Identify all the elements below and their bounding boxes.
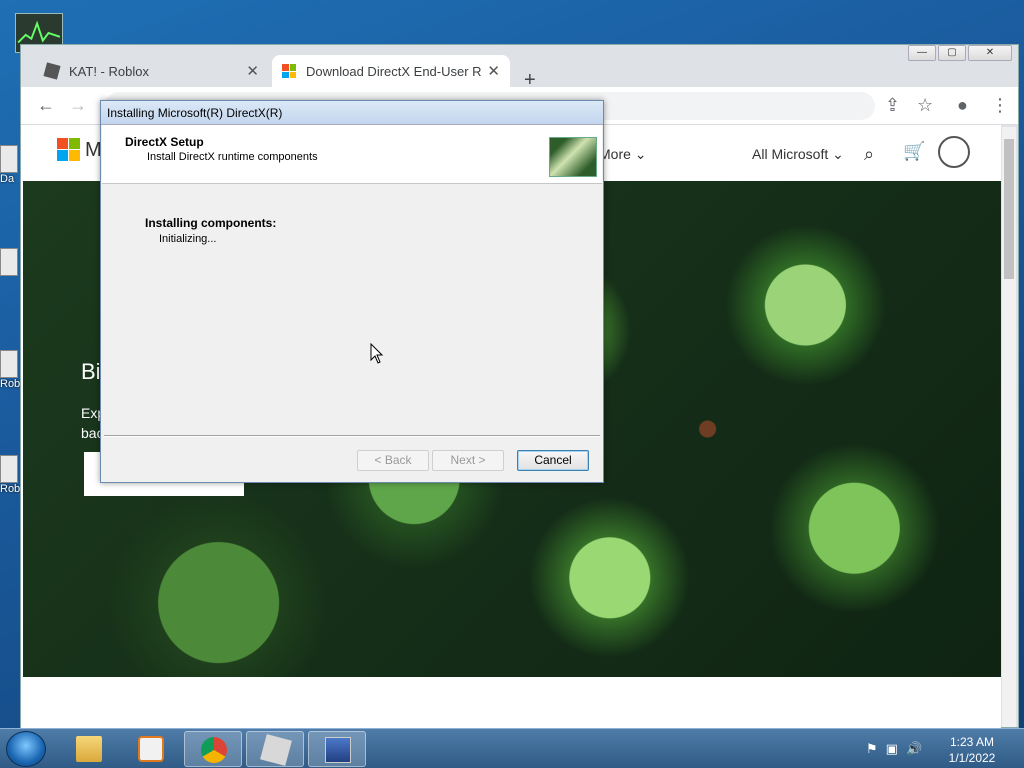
status-text: Initializing... (159, 233, 217, 245)
scrollbar-thumb[interactable] (1004, 139, 1014, 279)
cart-icon[interactable]: 🛒 (903, 141, 925, 162)
roblox-icon (0, 350, 18, 378)
directx-logo-icon (549, 137, 597, 177)
page-scrollbar[interactable] (1002, 127, 1016, 727)
desktop-icon-label: Rob (0, 378, 21, 390)
taskbar: ⚑ ▣ 🔊 1:23 AM 1/1/2022 (0, 728, 1024, 768)
forward-arrow-icon[interactable]: → (69, 95, 87, 116)
desktop-icon-2[interactable] (0, 248, 22, 276)
roblox-favicon-icon (43, 62, 61, 80)
dialog-subheading: Install DirectX runtime components (147, 151, 318, 163)
roblox-icon (260, 734, 292, 766)
more-menu[interactable]: More ⌄ (599, 146, 647, 163)
bookmark-star-icon[interactable]: ☆ (917, 95, 933, 116)
chrome-icon (201, 737, 227, 763)
desktop-icon-label: Rob (0, 483, 21, 495)
tab-directx[interactable]: Download DirectX End-User Runtime ✕ (272, 55, 510, 87)
back-button[interactable]: < Back (357, 450, 429, 471)
directx-setup-dialog: Installing Microsoft(R) DirectX(R) Direc… (100, 100, 604, 483)
share-icon[interactable]: ⇪ (885, 95, 900, 116)
desktop-icon-4[interactable]: Rob (0, 455, 22, 495)
setup-icon (325, 737, 351, 763)
search-icon[interactable]: ⌕ (864, 144, 874, 165)
dialog-header: DirectX Setup Install DirectX runtime co… (102, 125, 602, 184)
document-icon (0, 145, 18, 173)
next-button[interactable]: Next > (432, 450, 504, 471)
clock-time: 1:23 AM (949, 735, 995, 749)
taskbar-chrome[interactable] (184, 731, 242, 767)
status-heading: Installing components: (145, 216, 277, 230)
microsoft-favicon-icon (282, 64, 296, 78)
all-microsoft-label: All Microsoft (752, 146, 829, 162)
network-icon[interactable]: ▣ (886, 741, 898, 757)
tab-close-icon[interactable]: ✕ (487, 62, 500, 80)
taskbar-directx-setup[interactable] (308, 731, 366, 767)
taskbar-media-player[interactable] (122, 731, 180, 767)
tab-roblox[interactable]: KAT! - Roblox ✕ (35, 55, 269, 87)
desktop-icon-label: Da (0, 173, 15, 185)
desktop-icon-3[interactable]: Rob (0, 350, 22, 390)
volume-icon[interactable]: 🔊 (906, 741, 922, 757)
media-player-icon (138, 736, 164, 762)
document-icon (0, 248, 18, 276)
back-arrow-icon[interactable]: ← (37, 95, 55, 116)
clock-date: 1/1/2022 (948, 751, 996, 765)
microsoft-logo-icon[interactable] (57, 138, 80, 161)
taskbar-file-explorer[interactable] (60, 731, 118, 767)
dialog-title: Installing Microsoft(R) DirectX(R) (101, 101, 603, 125)
roblox-icon (0, 455, 18, 483)
start-button[interactable] (6, 731, 46, 767)
account-icon[interactable] (938, 136, 970, 168)
action-center-icon[interactable]: ⚑ (866, 741, 878, 757)
tab-close-icon[interactable]: ✕ (246, 62, 259, 80)
divider (104, 435, 600, 436)
tab-title: Download DirectX End-User Runtime (306, 63, 482, 79)
desktop-icon-1[interactable]: Da (0, 145, 22, 185)
chevron-down-icon: ⌄ (634, 146, 647, 162)
tab-strip: KAT! - Roblox ✕ Download DirectX End-Use… (21, 55, 1018, 91)
all-microsoft-menu[interactable]: All Microsoft ⌄ (752, 146, 844, 163)
taskbar-roblox[interactable] (246, 731, 304, 767)
mouse-cursor-icon (370, 343, 384, 364)
menu-icon[interactable]: ⋮ (991, 95, 1009, 116)
tab-title: KAT! - Roblox (69, 63, 149, 79)
clock[interactable]: 1:23 AM 1/1/2022 (940, 734, 1004, 766)
chevron-down-icon: ⌄ (832, 146, 844, 162)
folder-icon (76, 736, 102, 762)
system-tray: ⚑ ▣ 🔊 (866, 741, 922, 757)
cancel-button[interactable]: Cancel (517, 450, 589, 471)
hero-title: Bi (81, 359, 101, 384)
profile-icon[interactable]: ● (957, 95, 968, 116)
dialog-heading: DirectX Setup (125, 135, 204, 149)
